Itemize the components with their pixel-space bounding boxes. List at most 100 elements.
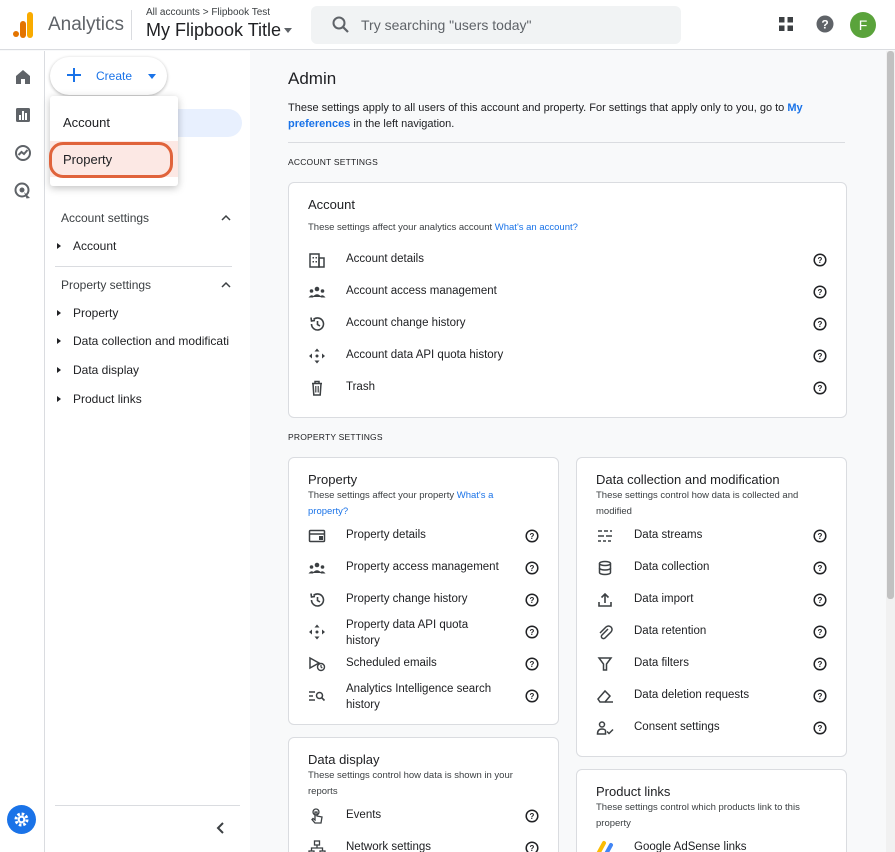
svg-text:?: ? <box>818 692 823 701</box>
apps-grid-icon[interactable] <box>778 16 794 32</box>
help-icon[interactable]: ? <box>525 561 539 575</box>
row-label: Property change history <box>346 593 468 605</box>
help-icon[interactable]: ? <box>813 253 827 267</box>
help-icon[interactable]: ? <box>525 809 539 823</box>
card-description: These settings control how data is colle… <box>596 490 799 517</box>
breadcrumb[interactable]: All accounts > Flipbook Test <box>146 7 270 18</box>
help-icon[interactable]: ? <box>815 14 835 34</box>
card-title: Property <box>308 472 358 487</box>
page-scrollbar[interactable] <box>886 51 895 852</box>
paperclip-icon <box>599 625 613 640</box>
property-details-row[interactable]: Property details ? <box>308 526 540 546</box>
help-icon[interactable]: ? <box>525 657 539 671</box>
analytics-logo-icon[interactable] <box>12 12 34 38</box>
help-icon[interactable]: ? <box>813 285 827 299</box>
trash-row[interactable]: Trash ? <box>308 378 828 398</box>
help-icon[interactable]: ? <box>813 561 827 575</box>
consent-settings-row[interactable]: Consent settings ? <box>596 718 828 738</box>
data-filters-row[interactable]: Data filters ? <box>596 654 828 674</box>
card-description: These settings affect your analytics acc… <box>308 220 578 236</box>
whats-an-account-link[interactable]: What's an account? <box>495 222 578 233</box>
svg-text:?: ? <box>818 660 823 669</box>
help-icon[interactable]: ? <box>813 317 827 331</box>
chevron-up-icon[interactable] <box>220 212 232 224</box>
nav-item-account[interactable]: Account <box>55 237 235 257</box>
home-icon[interactable] <box>13 67 33 87</box>
page-title: Admin <box>288 69 337 88</box>
account-details-row[interactable]: Account details ? <box>308 250 828 270</box>
explore-icon[interactable] <box>13 143 33 163</box>
menu-item-account[interactable]: Account <box>50 104 178 140</box>
gear-icon <box>14 812 29 827</box>
help-icon[interactable]: ? <box>813 689 827 703</box>
help-icon[interactable]: ? <box>525 625 539 639</box>
network-settings-row[interactable]: Network settings ? <box>308 838 540 852</box>
data-streams-row[interactable]: Data streams ? <box>596 526 828 546</box>
nav-item-product-links[interactable]: Product links <box>55 390 235 410</box>
data-collection-row[interactable]: Data collection ? <box>596 558 828 578</box>
help-icon[interactable]: ? <box>525 841 539 852</box>
account-card: Account These settings affect your analy… <box>288 182 847 418</box>
account-settings-heading[interactable]: Account settings <box>61 211 149 225</box>
search-bar[interactable] <box>311 6 681 44</box>
scheduled-emails-row[interactable]: Scheduled emails ? <box>308 654 540 674</box>
avatar[interactable]: F <box>850 12 876 38</box>
property-settings-group-title: PROPERTY SETTINGS <box>288 432 383 442</box>
help-icon[interactable]: ? <box>813 625 827 639</box>
help-icon[interactable]: ? <box>525 689 539 703</box>
scheduled-email-icon <box>309 656 326 672</box>
property-change-history-row[interactable]: Property change history ? <box>308 590 540 610</box>
nav-divider <box>55 805 240 806</box>
product-links-card: Product links These settings control whi… <box>576 769 847 852</box>
help-icon[interactable]: ? <box>813 721 827 735</box>
help-icon[interactable]: ? <box>813 349 827 363</box>
scrollbar-thumb[interactable] <box>887 51 894 599</box>
chevron-left-icon[interactable] <box>213 820 229 836</box>
svg-text:?: ? <box>818 288 823 297</box>
svg-text:?: ? <box>818 564 823 573</box>
help-icon[interactable]: ? <box>525 529 539 543</box>
help-icon[interactable]: ? <box>813 593 827 607</box>
events-row[interactable]: Events ? <box>308 806 540 826</box>
nav-item-property[interactable]: Property <box>55 304 235 324</box>
svg-text:?: ? <box>818 724 823 733</box>
property-settings-heading[interactable]: Property settings <box>61 278 151 292</box>
search-list-icon <box>309 691 326 702</box>
nav-item-data-display[interactable]: Data display <box>55 361 235 381</box>
help-icon[interactable]: ? <box>525 593 539 607</box>
search-input[interactable] <box>361 15 661 35</box>
adsense-links-row[interactable]: Google AdSense links <box>596 838 828 852</box>
app-name: Analytics <box>48 14 125 35</box>
row-label: Trash <box>346 381 375 393</box>
data-deletion-row[interactable]: Data deletion requests ? <box>596 686 828 706</box>
help-icon[interactable]: ? <box>813 529 827 543</box>
ai-search-history-row[interactable]: Analytics Intelligence search history ? <box>308 683 540 711</box>
help-icon[interactable]: ? <box>813 657 827 671</box>
account-access-row[interactable]: Account access management ? <box>308 282 828 302</box>
nav-item-label: Account <box>73 239 117 253</box>
nav-item-data-collection[interactable]: Data collection and modificati <box>55 332 235 352</box>
chevron-down-icon[interactable] <box>284 28 292 33</box>
svg-text:?: ? <box>530 812 535 821</box>
property-access-row[interactable]: Property access management ? <box>308 558 540 578</box>
expand-arrow-icon <box>57 243 61 249</box>
nav-divider <box>55 266 232 267</box>
chevron-up-icon[interactable] <box>220 279 232 291</box>
advertising-icon[interactable] <box>13 181 33 201</box>
account-change-history-row[interactable]: Account change history ? <box>308 314 828 334</box>
menu-item-label: Account <box>63 115 110 130</box>
people-icon <box>308 562 326 574</box>
account-api-quota-row[interactable]: Account data API quota history ? <box>308 346 828 366</box>
reports-icon[interactable] <box>13 105 33 125</box>
property-api-quota-row[interactable]: Property data API quota history ? <box>308 619 540 647</box>
chevron-down-icon <box>148 74 156 79</box>
data-import-row[interactable]: Data import ? <box>596 590 828 610</box>
help-icon[interactable]: ? <box>813 381 827 395</box>
data-retention-row[interactable]: Data retention ? <box>596 622 828 642</box>
svg-text:?: ? <box>818 320 823 329</box>
create-button[interactable]: Create <box>50 57 167 95</box>
admin-settings-button[interactable] <box>7 805 36 834</box>
row-label: Property access management <box>346 561 499 573</box>
card-title: Product links <box>596 784 671 799</box>
property-selector-title[interactable]: My Flipbook Title <box>146 20 281 41</box>
